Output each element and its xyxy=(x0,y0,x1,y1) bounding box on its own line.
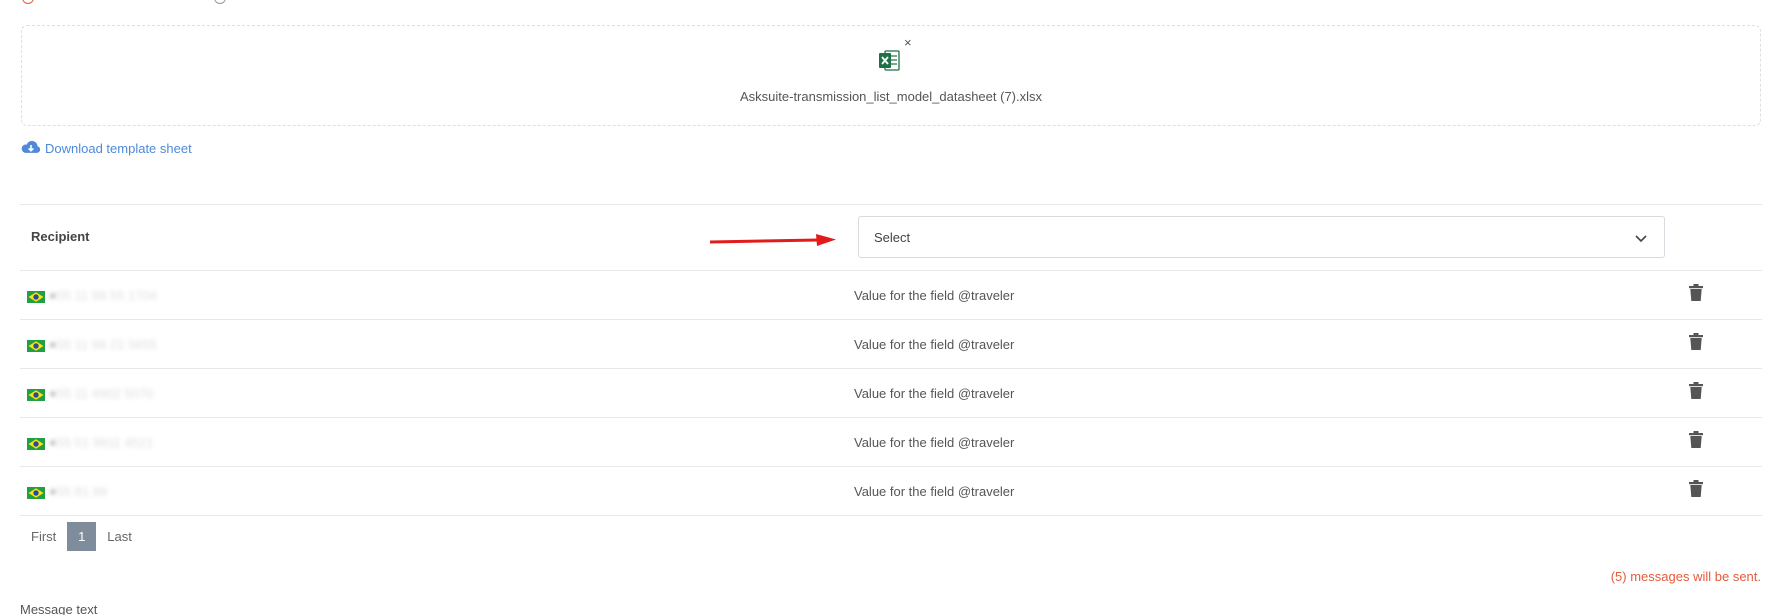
recipient-column-header: Recipient xyxy=(31,229,90,244)
brazil-flag-icon xyxy=(27,339,45,352)
cloud-download-icon xyxy=(21,140,41,153)
recipient-phone: +55 11 99 22 5655 xyxy=(49,337,157,352)
table-row: +55 81 99 Value for the field @traveler xyxy=(20,467,1762,516)
field-value: Value for the field @traveler xyxy=(854,435,1015,450)
message-text-label: Message text xyxy=(20,602,98,615)
trash-icon xyxy=(1689,284,1703,301)
download-template-link[interactable]: Download template sheet xyxy=(20,140,192,156)
step-circle-icon xyxy=(214,0,226,4)
annotation-arrow-icon xyxy=(709,234,836,246)
brazil-flag-icon xyxy=(27,486,45,499)
divider xyxy=(20,204,1762,205)
file-upload-zone[interactable]: × Asksuite-transmission_list_model_datas… xyxy=(21,25,1761,126)
pagination-first[interactable]: First xyxy=(20,529,67,544)
recipient-phone: +55 51 9911 4521 xyxy=(49,435,154,450)
delete-row-button[interactable] xyxy=(1689,284,1703,306)
pagination-page-1[interactable]: 1 xyxy=(67,522,97,551)
brazil-flag-icon xyxy=(27,437,45,450)
delete-row-button[interactable] xyxy=(1689,431,1703,453)
step-circle-icon xyxy=(22,0,34,4)
recipient-phone: +55 11 99 55 1704 xyxy=(49,288,157,303)
trash-icon xyxy=(1689,431,1703,448)
download-template-label: Download template sheet xyxy=(45,140,192,156)
field-value: Value for the field @traveler xyxy=(854,288,1015,303)
field-value: Value for the field @traveler xyxy=(854,484,1015,499)
remove-file-button[interactable]: × xyxy=(904,36,912,49)
table-row: +55 51 9911 4521 Value for the field @tr… xyxy=(20,418,1762,467)
delete-row-button[interactable] xyxy=(1689,480,1703,502)
table-row: +55 11 99 55 1704 Value for the field @t… xyxy=(20,271,1762,320)
messages-count-notice: (5) messages will be sent. xyxy=(1610,569,1761,584)
pagination: First 1 Last xyxy=(20,522,143,551)
field-value: Value for the field @traveler xyxy=(854,337,1015,352)
field-value: Value for the field @traveler xyxy=(854,386,1015,401)
trash-icon xyxy=(1689,382,1703,399)
recipient-phone: +55 81 99 xyxy=(49,484,108,499)
excel-file-icon xyxy=(878,49,900,73)
delete-row-button[interactable] xyxy=(1689,333,1703,355)
table-row: +55 11 99 22 5655 Value for the field @t… xyxy=(20,320,1762,369)
delete-row-button[interactable] xyxy=(1689,382,1703,404)
brazil-flag-icon xyxy=(27,290,45,303)
chevron-down-icon xyxy=(1635,235,1647,243)
table-row: +55 11 4902 5070 Value for the field @tr… xyxy=(20,369,1762,418)
trash-icon xyxy=(1689,333,1703,350)
uploaded-file-name: Asksuite-transmission_list_model_datashe… xyxy=(739,89,1042,104)
recipient-phone: +55 11 4902 5070 xyxy=(49,386,154,401)
brazil-flag-icon xyxy=(27,388,45,401)
recipient-field-select[interactable]: Select xyxy=(858,216,1665,258)
pagination-last[interactable]: Last xyxy=(96,529,143,544)
trash-icon xyxy=(1689,480,1703,497)
step-indicator xyxy=(22,0,322,4)
select-placeholder: Select xyxy=(874,229,911,245)
